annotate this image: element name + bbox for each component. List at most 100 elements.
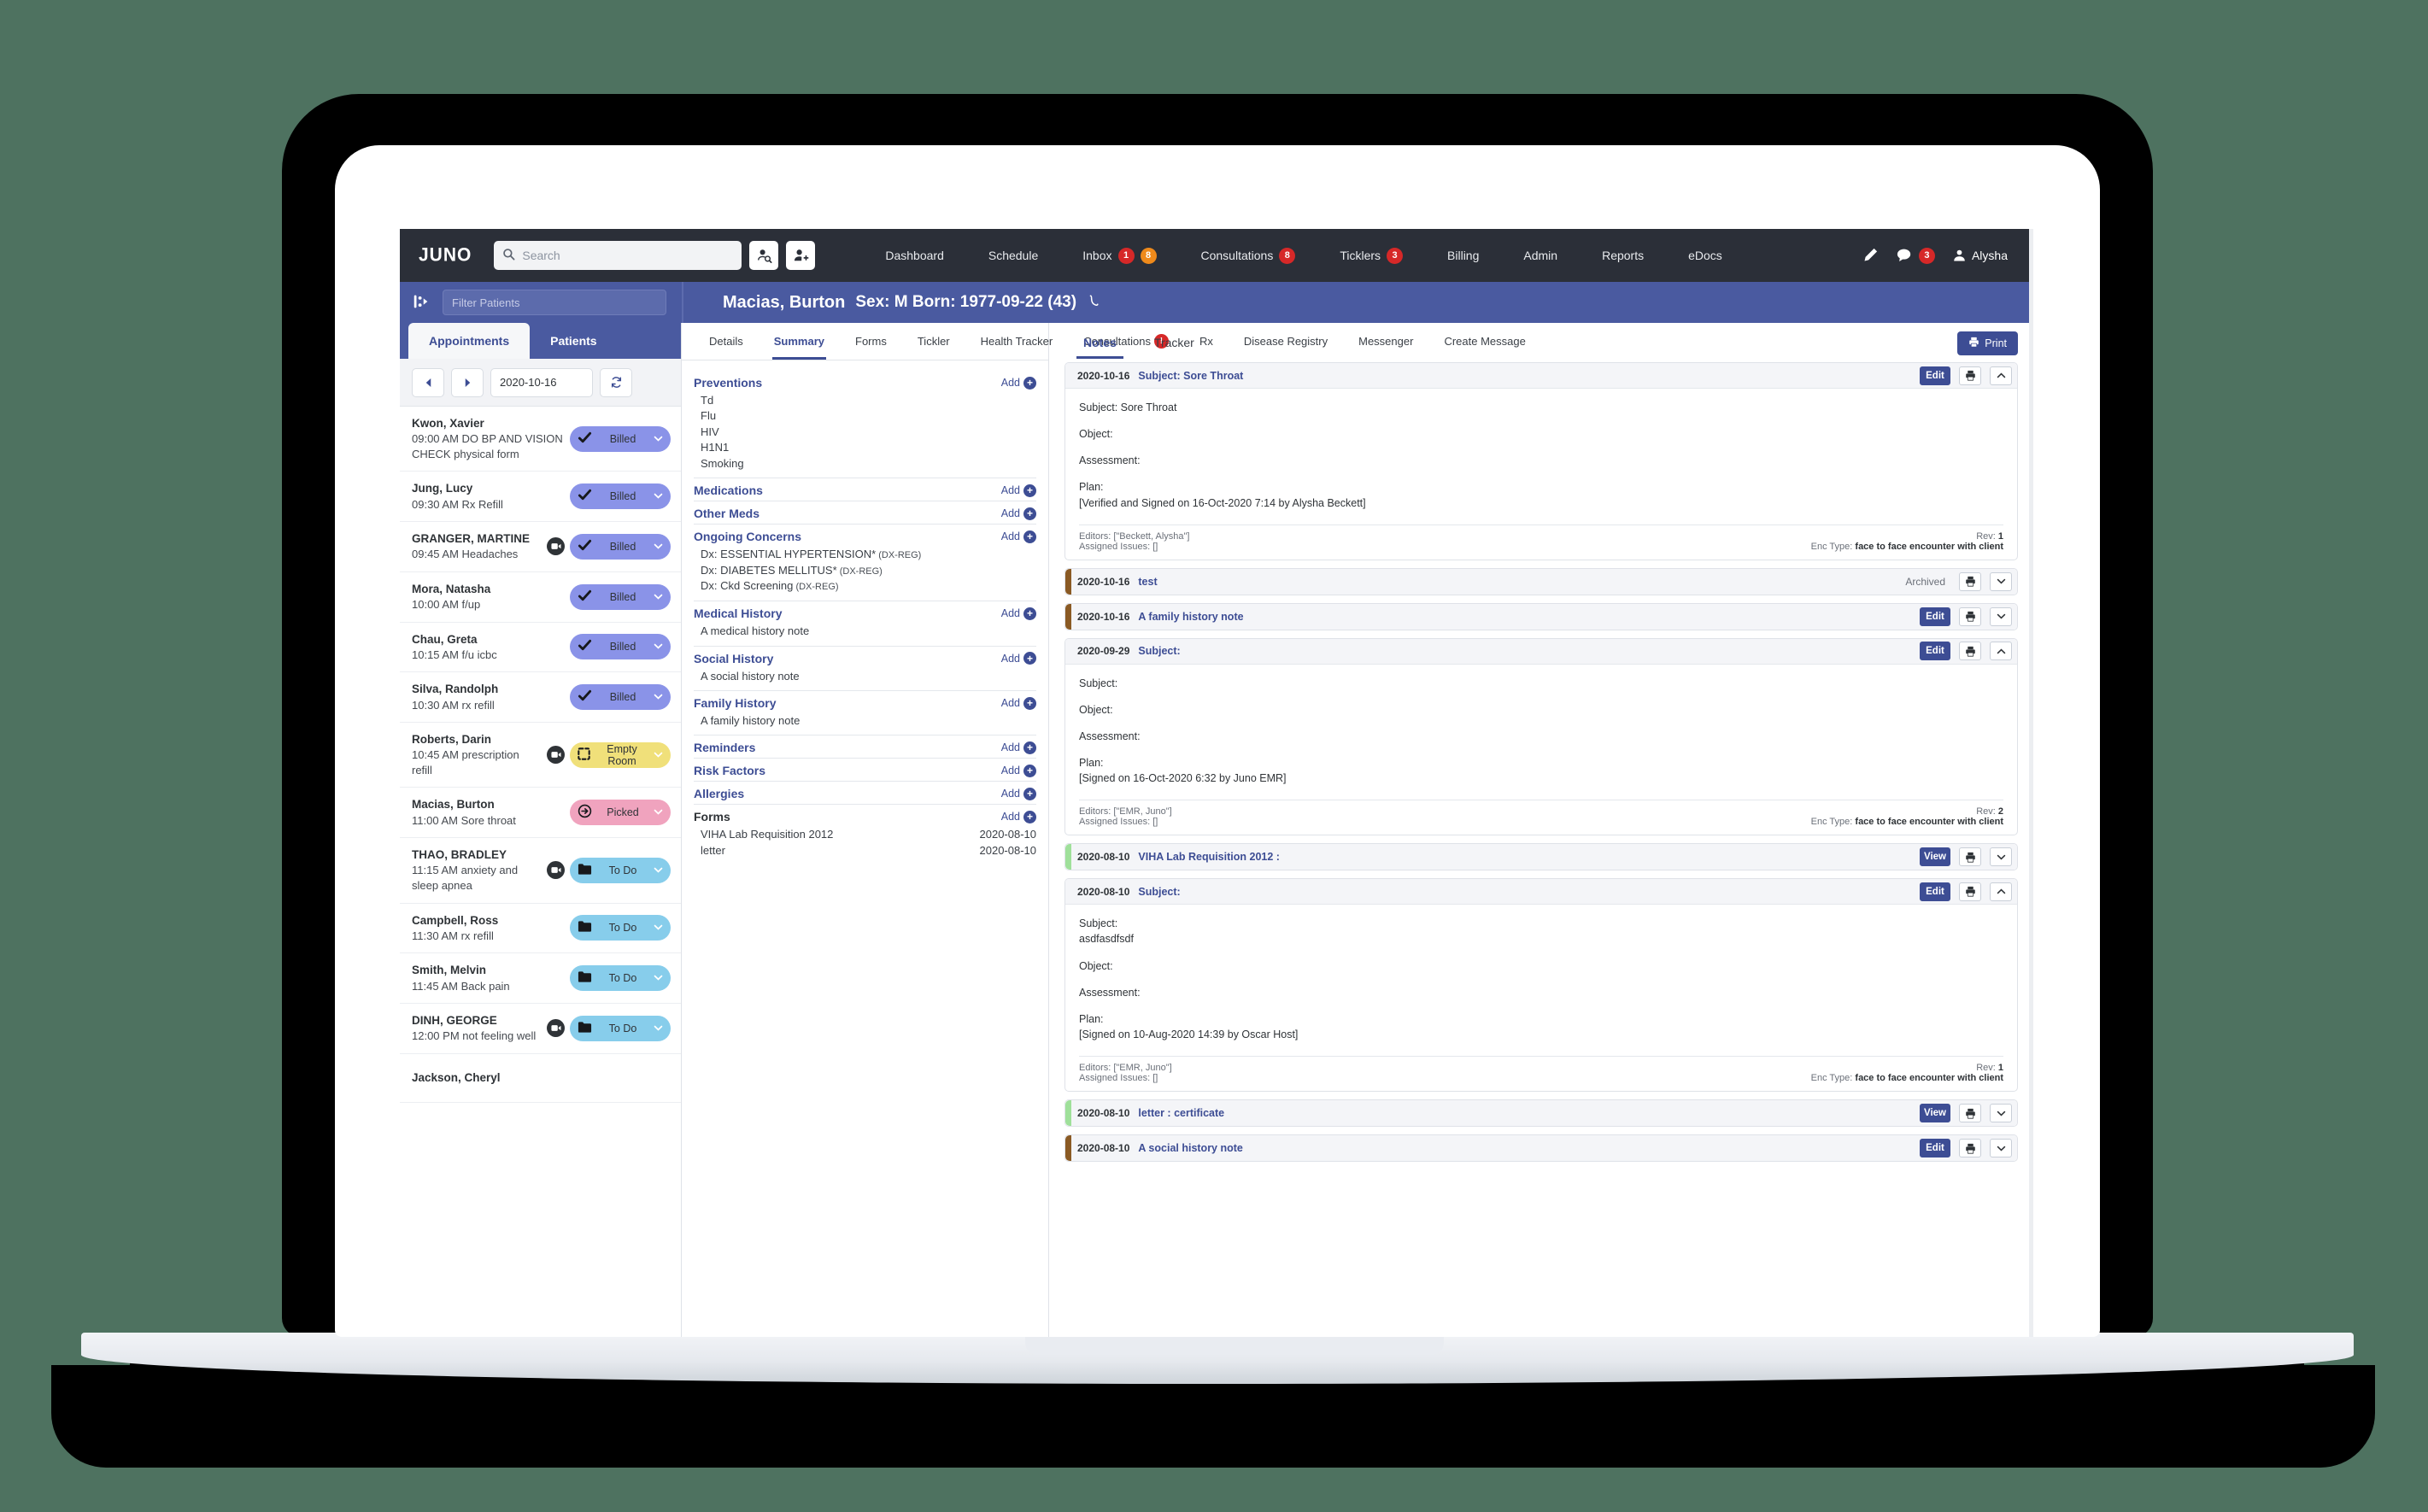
print-note-icon[interactable] [1959,847,1981,867]
print-note-icon[interactable] [1959,571,1981,591]
appointment-row[interactable]: Silva, Randolph 10:30 AM rx refill Billed [400,672,681,724]
patient-tab-tickler[interactable]: Tickler [902,323,965,360]
appointment-status-pill[interactable]: Picked [570,800,671,826]
appointment-status-pill[interactable]: To Do [570,965,671,992]
appointment-row[interactable]: Kwon, Xavier 09:00 AM DO BP AND VISION CH… [400,407,681,472]
note-card[interactable]: 2020-10-16 A family history note Edit [1064,602,2018,630]
appointment-patient-name[interactable]: Campbell, Ross [412,913,565,929]
note-header[interactable]: 2020-10-16 test Archived [1065,568,2017,595]
section-item[interactable]: VIHA Lab Requisition 2012 2020-08-10 [701,827,1036,842]
note-header[interactable]: 2020-08-10 letter : certificate View [1065,1100,2017,1126]
section-title[interactable]: Social History [694,652,773,665]
global-search[interactable] [494,241,742,270]
print-button[interactable]: Print [1957,331,2018,355]
print-note-icon[interactable] [1959,607,1981,626]
appointment-row[interactable]: Jackson, Cheryl [400,1054,681,1103]
section-title[interactable]: Risk Factors [694,764,765,777]
patient-tab-health-tracker[interactable]: Health Tracker [965,323,1069,360]
patient-tab-details[interactable]: Details [694,323,759,360]
note-card[interactable]: 2020-08-10 Subject: Edit Subject: asdfasdfs… [1064,878,2018,1092]
appointment-patient-name[interactable]: Jung, Lucy [412,481,565,496]
video-visit-icon[interactable] [547,1019,565,1038]
print-note-icon[interactable] [1959,1104,1981,1122]
note-card[interactable]: 2020-10-16 test Archived [1064,567,2018,595]
nav-item-ticklers[interactable]: Ticklers 3 [1317,247,1425,264]
appointments-list[interactable]: Kwon, Xavier 09:00 AM DO BP AND VISION CH… [400,407,681,1337]
nav-item-inbox[interactable]: Inbox 1 8 [1060,247,1178,264]
patient-search-button[interactable] [749,241,779,270]
print-note-icon[interactable] [1959,642,1981,661]
note-card[interactable]: 2020-09-29 Subject: Edit Subject: Object: Ass… [1064,637,2018,836]
video-visit-icon[interactable] [547,537,565,556]
appointment-status-pill[interactable]: Billed [570,684,671,711]
appointment-row[interactable]: GRANGER, MARTINE 09:45 AM Headaches Billed [400,522,681,572]
panel-toggle-icon[interactable] [412,292,431,314]
section-title[interactable]: Medications [694,483,763,497]
tab-patients[interactable]: Patients [530,323,617,359]
patient-tab-forms[interactable]: Forms [840,323,902,360]
search-input[interactable] [522,249,734,262]
add-section-item-button[interactable]: Add + [1000,483,1036,497]
chevron-down-icon[interactable] [654,491,663,501]
appointment-row[interactable]: Chau, Greta 10:15 AM f/u icbc Billed [400,623,681,673]
section-title[interactable]: Other Meds [694,507,759,520]
appointment-patient-name[interactable]: Silva, Randolph [412,682,565,697]
filter-patients-input[interactable] [443,290,666,315]
tab-appointments[interactable]: Appointments [408,323,531,359]
add-section-item-button[interactable]: Add + [1000,652,1036,665]
notes-list[interactable]: 2020-10-16 Subject: Sore Throat Edit Subjec… [1049,362,2033,1337]
section-title[interactable]: Family History [694,696,776,710]
add-section-item-button[interactable]: Add + [1000,696,1036,710]
chevron-down-icon[interactable] [654,542,663,552]
note-header[interactable]: 2020-10-16 Subject: Sore Throat Edit [1065,363,2017,389]
pencil-icon[interactable] [1862,247,1879,264]
section-title[interactable]: Medical History [694,607,782,620]
appointment-status-pill[interactable]: Billed [570,583,671,610]
appointment-row[interactable]: DINH, GEORGE 12:00 PM not feeling well To … [400,1004,681,1054]
vertical-scrollbar[interactable] [2029,229,2033,1337]
patient-tab-messenger[interactable]: Messenger [1343,323,1428,360]
appointment-patient-name[interactable]: GRANGER, MARTINE [412,531,542,547]
chevron-down-icon[interactable] [654,923,663,933]
chevron-down-icon[interactable] [654,865,663,876]
view-note-button[interactable]: View [1920,847,1950,867]
note-card[interactable]: 2020-08-10 letter : certificate View [1064,1099,2018,1127]
section-title[interactable]: Reminders [694,741,755,754]
section-title[interactable]: Ongoing Concerns [694,530,801,543]
expand-note-chevron-down-icon[interactable] [1990,571,2012,591]
note-header[interactable]: 2020-08-10 A social history note Edit [1065,1135,2017,1161]
add-section-item-button[interactable]: Add + [1000,810,1036,823]
section-item[interactable]: H1N1 [701,440,1036,455]
appointment-row[interactable]: Roberts, Darin 10:45 AM prescription refi… [400,723,681,788]
appointment-patient-name[interactable]: Macias, Burton [412,797,565,812]
add-section-item-button[interactable]: Add + [1000,741,1036,754]
edit-note-button[interactable]: Edit [1920,607,1950,626]
appointment-status-pill[interactable]: To Do [570,857,671,883]
section-item[interactable]: HIV [701,425,1036,440]
tab-notes[interactable]: Notes [1064,336,1135,359]
edit-note-button[interactable]: Edit [1920,882,1950,901]
appointment-row[interactable]: Jung, Lucy 09:30 AM Rx Refill Billed [400,472,681,523]
appointment-row[interactable]: Smith, Melvin 11:45 AM Back pain To Do [400,953,681,1005]
video-visit-icon[interactable] [547,861,565,880]
appointment-row[interactable]: Mora, Natasha 10:00 AM f/up Billed [400,572,681,623]
appointment-status-pill[interactable]: To Do [570,915,671,941]
messages-icon[interactable]: 3 [1896,247,1935,265]
chevron-down-icon[interactable] [654,973,663,983]
appointment-patient-name[interactable]: Roberts, Darin [412,732,542,747]
edit-note-button[interactable]: Edit [1920,366,1950,385]
user-menu[interactable]: Alysha [1952,249,2008,263]
appointment-status-pill[interactable]: Billed [570,483,671,510]
section-item[interactable]: A social history note [701,669,1036,684]
collapse-note-chevron-up-icon[interactable] [1990,882,2012,901]
appointment-status-pill[interactable]: Billed [570,634,671,660]
video-visit-icon[interactable] [547,746,565,765]
nav-item-dashboard[interactable]: Dashboard [863,249,966,262]
refresh-button[interactable] [600,367,632,397]
note-subject[interactable]: Subject: [1138,645,1911,657]
print-note-icon[interactable] [1959,882,1981,901]
patient-tab-create-message[interactable]: Create Message [1428,323,1540,360]
section-item[interactable]: Flu [701,408,1036,424]
add-patient-button[interactable] [786,241,816,270]
chevron-down-icon[interactable] [654,1023,663,1034]
